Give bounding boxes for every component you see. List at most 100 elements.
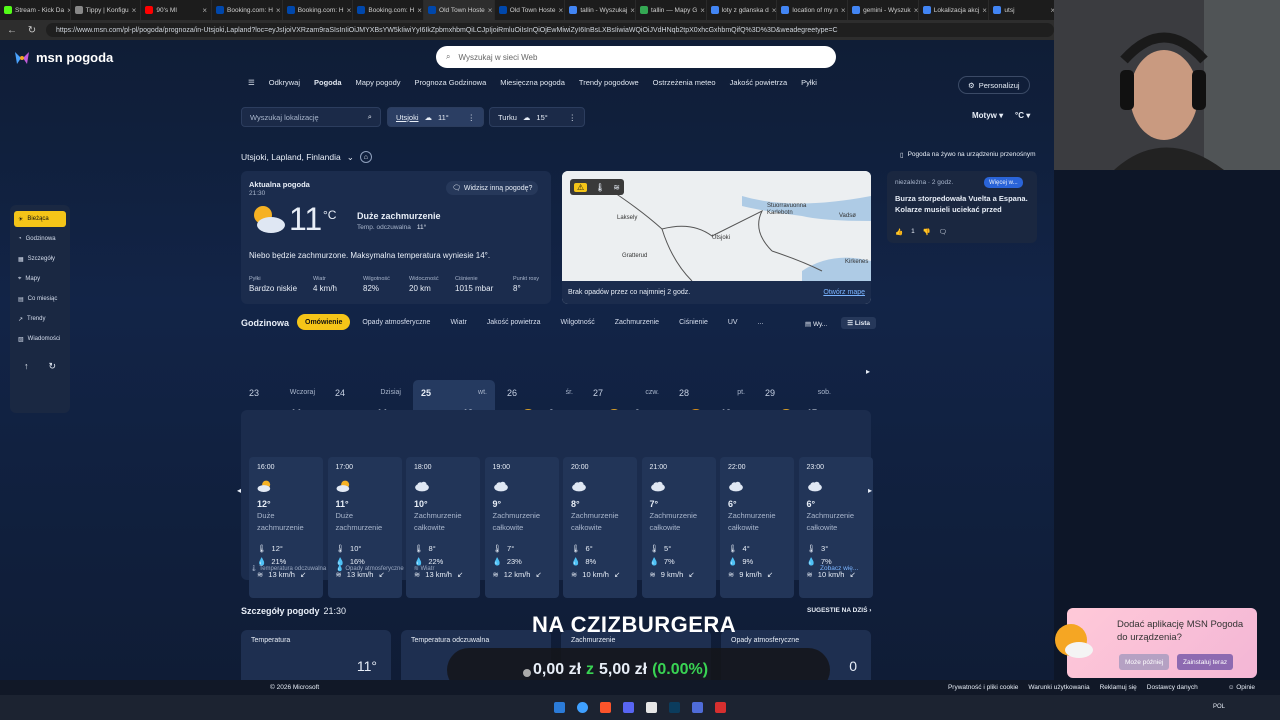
chart-view-button[interactable]: ▤ Wy... <box>805 320 827 329</box>
nav-item[interactable]: Miesięczna pogoda <box>500 78 565 87</box>
next-hours-icon[interactable]: ▸ <box>868 486 872 495</box>
close-icon[interactable]: × <box>630 6 635 15</box>
hourly-tab[interactable]: ... <box>750 314 772 330</box>
footer-link[interactable]: Reklamuj się <box>1100 684 1137 691</box>
menu-icon[interactable]: ☰ <box>248 78 255 87</box>
location-search-input[interactable]: Wyszukaj lokalizację ⌕ <box>241 107 381 127</box>
weather-map[interactable]: ⚠ 🌡 ≋ Laksely Stuorravuonna Karlebotn Vads… <box>562 171 871 304</box>
map-layer-toolbar[interactable]: ⚠ 🌡 ≋ <box>570 179 624 195</box>
suggestions-link[interactable]: SUGESTIE NA DZIŚ › <box>807 607 871 614</box>
see-more-link[interactable]: Zobacz wię... <box>820 565 858 572</box>
rail-item[interactable]: ▧ Wiadomości <box>14 331 66 347</box>
open-map-link[interactable]: Otwórz mapę <box>823 289 865 296</box>
more-news-button[interactable]: Więcej w... <box>984 177 1023 188</box>
nav-item[interactable]: Ostrzeżenia meteo <box>653 78 716 87</box>
arrow-up-icon[interactable]: ↑ <box>24 361 29 372</box>
browser-tab[interactable]: gemini - Wyszuk × <box>848 0 919 20</box>
url-field[interactable]: https://www.msn.com/pl-pl/pogoda/prognoz… <box>46 23 1054 37</box>
mobile-promo[interactable]: ▯ Pogoda na żywo na urządzeniu przenośny… <box>900 151 1036 159</box>
news-card[interactable]: niezależna · 2 godz. Więcej w... Burza s… <box>887 171 1037 243</box>
rail-item[interactable]: ◔ Godzinowa <box>14 231 66 247</box>
nav-item[interactable]: Mapy pogody <box>356 78 401 87</box>
browser-tab[interactable]: Tippy | Konfigu × <box>71 0 142 20</box>
browser-tab[interactable]: Booking.com: H × <box>283 0 354 20</box>
more-icon[interactable]: ⋮ <box>569 113 577 122</box>
browser-tab[interactable]: Stream - Kick Da× <box>0 0 71 20</box>
app2-icon[interactable] <box>715 702 726 713</box>
web-search-input[interactable]: ⌕ Wyszukaj w sieci Web <box>436 46 836 68</box>
browser-tab[interactable]: 90's MI × <box>141 0 213 20</box>
edge-icon[interactable] <box>577 702 588 713</box>
hourly-tab[interactable]: Zachmurzenie <box>607 314 667 330</box>
unit-dropdown[interactable]: °C ▾ <box>1015 111 1030 120</box>
prev-hours-icon[interactable]: ◂ <box>237 486 241 495</box>
rail-item[interactable]: ☀ Bieżąca <box>14 211 66 227</box>
rail-item[interactable]: ↗ Trendy <box>14 311 66 327</box>
close-icon[interactable]: × <box>132 6 137 15</box>
footer-link[interactable]: Warunki użytkowania <box>1028 684 1089 691</box>
hourly-tab[interactable]: Opady atmosferyczne <box>354 314 438 330</box>
discord-icon[interactable] <box>623 702 634 713</box>
language-indicator[interactable]: POL <box>1213 704 1225 710</box>
footer-link[interactable]: Dostawcy danych <box>1147 684 1198 691</box>
close-icon[interactable]: × <box>202 6 207 15</box>
comment-icon[interactable]: 🗨 <box>939 228 947 236</box>
nav-item[interactable]: Trendy pogodowe <box>579 78 639 87</box>
close-icon[interactable]: × <box>276 6 281 15</box>
close-icon[interactable]: × <box>488 6 493 15</box>
hourly-tab[interactable]: UV <box>720 314 746 330</box>
app-icon[interactable] <box>692 702 703 713</box>
nav-item[interactable]: Pyłki <box>801 78 817 87</box>
browser-tab[interactable]: location of my n × <box>777 0 849 20</box>
rail-item[interactable]: ▦ Szczegóły <box>14 251 66 267</box>
theme-dropdown[interactable]: Motyw ▾ <box>972 111 1003 120</box>
hourly-tab[interactable]: Wiatr <box>442 314 474 330</box>
msn-logo[interactable]: msn pogoda <box>14 50 113 65</box>
nav-item[interactable]: Pogoda <box>314 78 342 87</box>
back-icon[interactable]: ← <box>6 25 18 36</box>
list-view-button[interactable]: ☰ Lista <box>841 317 877 329</box>
start-icon[interactable] <box>554 702 565 713</box>
hour-card[interactable]: 18:00 10° Zachmurzenie całkowite 🌡 8° 💧 22% ≋ 13… <box>406 457 480 598</box>
like-icon[interactable]: 👍 <box>895 228 903 236</box>
browser-tab[interactable]: Booking.com: H × <box>353 0 425 20</box>
browser-tab[interactable]: Lokalizacja akcj × <box>919 0 990 20</box>
nav-item[interactable]: Odkrywaj <box>269 78 300 87</box>
close-icon[interactable]: × <box>558 6 563 15</box>
hour-card[interactable]: 17:00 11° Duże zachmurzenie 🌡 10° 💧 16% ≋ 13 km/… <box>327 457 402 598</box>
steam-icon[interactable] <box>669 702 680 713</box>
close-icon[interactable]: × <box>841 6 846 15</box>
nav-item[interactable]: Jakość powietrza <box>730 78 788 87</box>
close-icon[interactable]: × <box>700 6 705 15</box>
saved-location-utsjoki[interactable]: Utsjoki ☁ 11° ⋮ <box>387 107 484 127</box>
footer-link[interactable]: Prywatność i pliki cookie <box>948 684 1018 691</box>
dislike-icon[interactable]: 👎 <box>923 228 931 236</box>
saved-location-turku[interactable]: Turku ☁ 15° ⋮ <box>489 107 585 127</box>
rail-item[interactable]: ▤ Co miesiąc <box>14 291 66 307</box>
browser-tab[interactable]: Old Town Hoste × <box>424 0 495 20</box>
personalize-button[interactable]: ⚙ Personalizuj <box>958 76 1030 94</box>
obs-icon[interactable] <box>646 702 657 713</box>
hour-card[interactable]: 22:00 6° Zachmurzenie całkowite 🌡 4° 💧 9% ≋ 9 km… <box>720 457 794 598</box>
feedback-button[interactable]: 🗨 Widzisz inną pogodę? <box>446 181 539 195</box>
hour-card[interactable]: 23:00 6° Zachmurzenie całkowite 🌡 3° 💧 7% ≋ 10 k… <box>798 457 873 598</box>
popup-install-button[interactable]: Zainstaluj teraz <box>1177 654 1234 670</box>
rail-item[interactable]: ⌖ Mapy <box>14 271 66 287</box>
feedback-link[interactable]: ☺ Opinie <box>1228 684 1255 691</box>
hour-card[interactable]: 16:00 12° Duże zachmurzenie 🌡 12° 💧 21% ≋ 13 km/… <box>249 457 323 598</box>
close-icon[interactable]: × <box>772 6 777 15</box>
warning-icon[interactable]: ⚠ <box>573 182 588 192</box>
hour-card[interactable]: 20:00 8° Zachmurzenie całkowite 🌡 6° 💧 8% ≋ 10 k… <box>563 457 637 598</box>
close-icon[interactable]: × <box>982 6 987 15</box>
hourly-tab[interactable]: Wilgotność <box>552 314 602 330</box>
thermometer-icon[interactable]: 🌡 <box>595 183 605 192</box>
brave-icon[interactable] <box>600 702 611 713</box>
more-icon[interactable]: ⋮ <box>468 113 476 122</box>
browser-tab[interactable]: Booking.com: H × <box>212 0 283 20</box>
close-icon[interactable]: × <box>914 6 918 15</box>
popup-later-button[interactable]: Może później <box>1119 654 1170 670</box>
hourly-tab[interactable]: Ciśnienie <box>671 314 716 330</box>
browser-tab[interactable]: tallin - Wyszukaj × <box>565 0 637 20</box>
nav-item[interactable]: Prognoza Godzinowa <box>415 78 487 87</box>
close-icon[interactable]: × <box>417 6 422 15</box>
